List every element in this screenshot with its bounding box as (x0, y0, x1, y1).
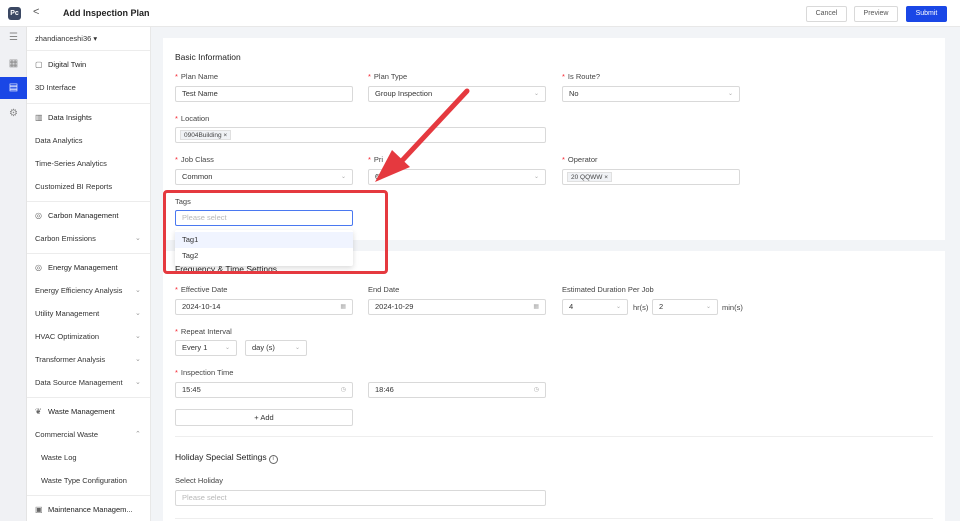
annotation-arrow (375, 88, 470, 182)
